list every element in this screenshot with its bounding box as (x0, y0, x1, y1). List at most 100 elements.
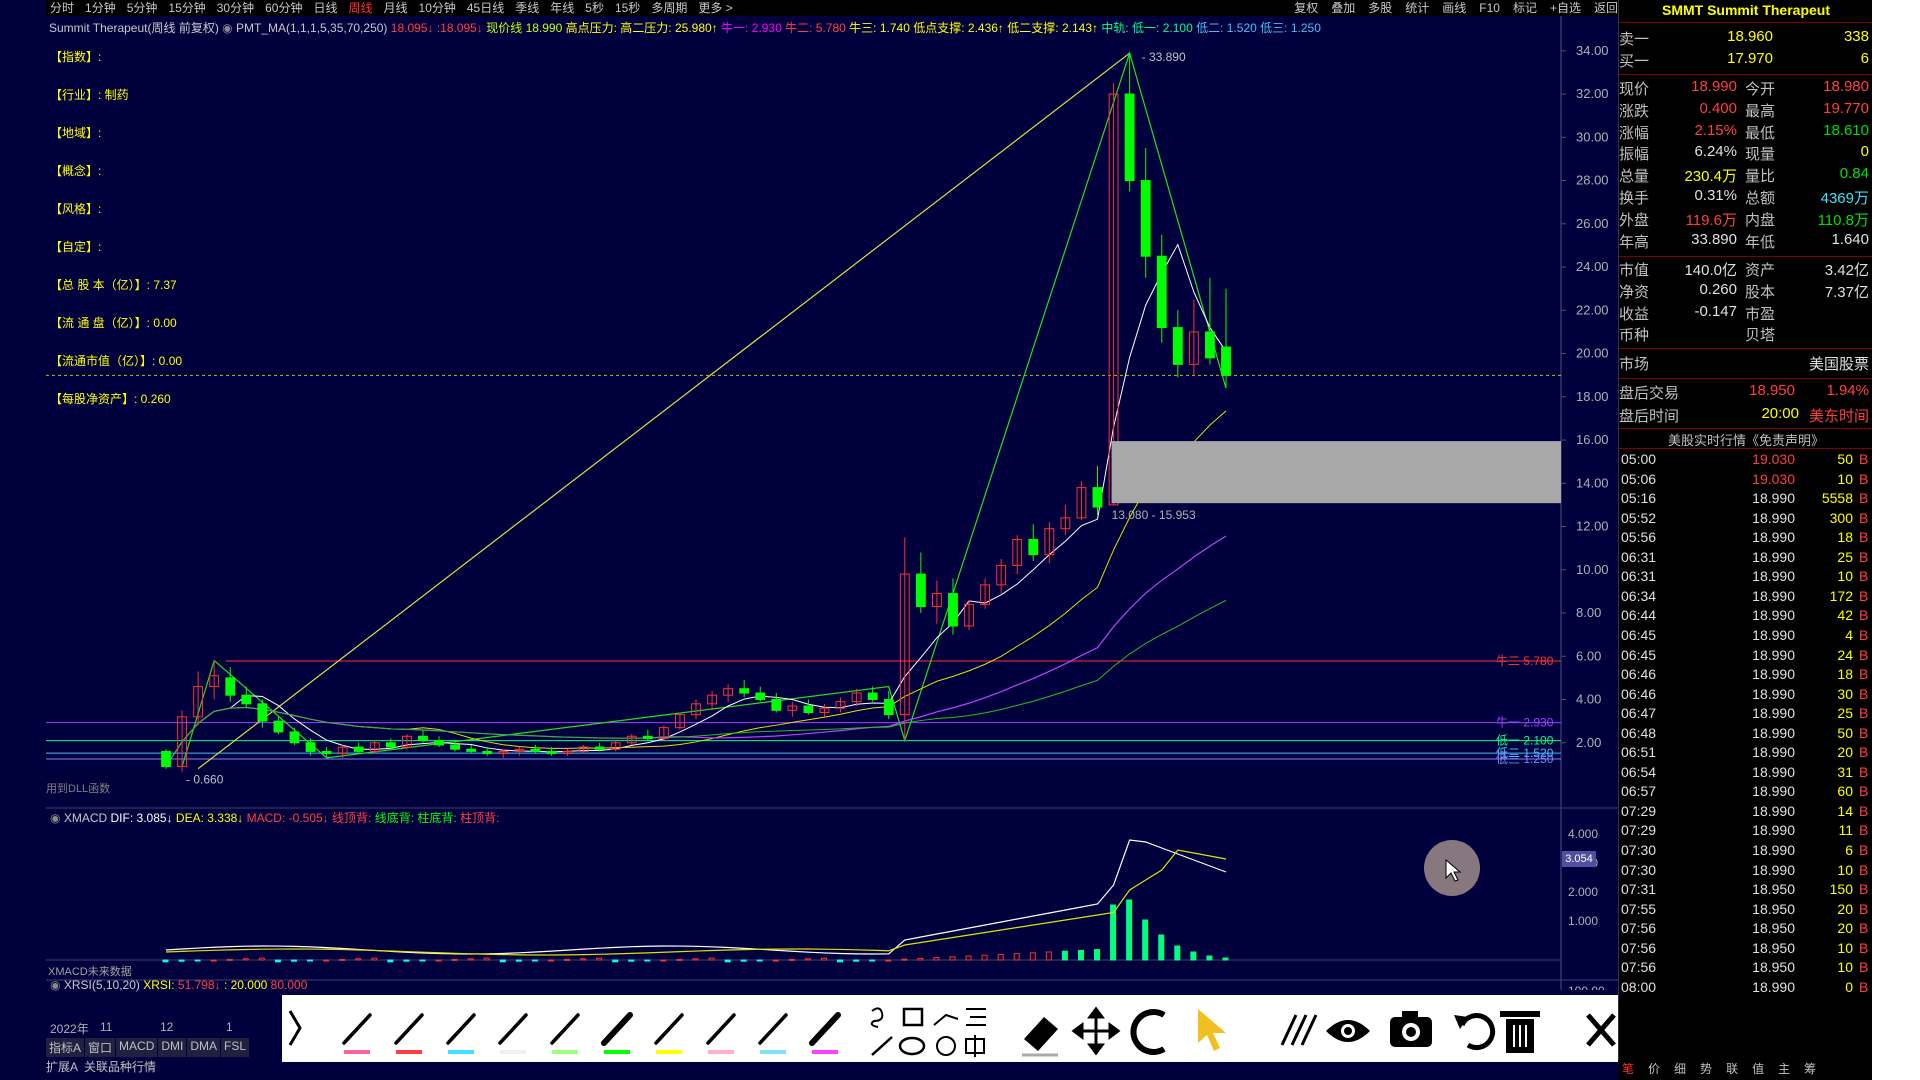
panel-tab[interactable]: 筹 (1804, 1060, 1816, 1080)
f10-value: : 0.00 (146, 316, 177, 330)
price-tick-label: 10.00 (1576, 562, 1609, 577)
undo-icon[interactable] (1454, 1013, 1496, 1050)
indicator-tab[interactable]: DMA (187, 1038, 221, 1057)
tick-price: 18.990 (1752, 822, 1795, 839)
pen-tool-icon[interactable] (601, 1012, 633, 1054)
signal-top-line: 线顶背: (332, 811, 372, 825)
candle-body (353, 746, 364, 752)
eye-icon[interactable] (1326, 1020, 1370, 1042)
pen-tool-icon[interactable] (498, 1013, 528, 1054)
menu-item[interactable]: F10 (1479, 0, 1500, 16)
menu-item[interactable]: 统计 (1405, 0, 1429, 16)
menu-item[interactable]: 多股 (1368, 0, 1392, 16)
timeframe-tab[interactable]: 更多 > (698, 0, 732, 16)
trash-icon[interactable] (1500, 1011, 1540, 1053)
macd-bar (564, 958, 571, 961)
indicator-tab[interactable]: DMI (158, 1038, 187, 1057)
panel-tab[interactable]: 细 (1674, 1060, 1686, 1080)
close-icon[interactable] (1586, 1013, 1616, 1047)
panel-tab[interactable]: 笔 (1622, 1060, 1634, 1080)
eraser-icon[interactable] (1022, 1017, 1058, 1057)
gap-zone-label: 13.080 - 15.953 (1112, 508, 1196, 522)
main-kline-chart[interactable]: 牛二 5.780牛一 2.930低一 2.100低二 1.520低三 1.250… (46, 16, 1618, 810)
macd-chart[interactable]: 4.0003.0002.0001.000XMACD未来数据100.00 (46, 810, 1618, 990)
panel-tab[interactable]: 价 (1648, 1060, 1660, 1080)
timeframe-tab[interactable]: 周线 (348, 0, 372, 16)
extension-tab[interactable]: 关联品种行情 (84, 1058, 156, 1075)
candle-body (305, 742, 316, 752)
low1-label: 低一: (1132, 21, 1160, 35)
timeframe-tab[interactable]: 15分钟 (168, 0, 205, 16)
indicator-tab[interactable]: 窗口 (85, 1038, 116, 1057)
tick-row: 08:00 18.990 0 B (1619, 979, 1873, 999)
timeframe-tab[interactable]: 日线 (313, 0, 337, 16)
pen-tool-icon[interactable] (446, 1013, 476, 1054)
pen-tool-icon[interactable] (809, 1012, 841, 1054)
xrsi-name[interactable]: XRSI(5,10,20) (64, 978, 140, 992)
pen-tool-icon[interactable] (758, 1013, 788, 1054)
shape-tools-icon[interactable] (870, 1007, 986, 1057)
parallel-lines-icon[interactable] (1280, 1014, 1318, 1046)
quote-panel: SMMT Summit Therapeut 卖一 18.960 338 买一 17.970… (1618, 0, 1873, 1080)
order-price: 17.970 (1727, 50, 1773, 67)
timeframe-tab[interactable]: 分时 (50, 0, 74, 16)
xrsi-pane-icon[interactable]: ◉ (50, 978, 60, 992)
low2-support-value: 2.143↑ (1061, 21, 1098, 35)
disclaimer-link[interactable]: 美股实时行情《免责声明》 (1619, 430, 1873, 449)
magnet-icon[interactable] (1130, 1009, 1166, 1055)
extension-tab[interactable]: 扩展A (46, 1058, 78, 1075)
macd-name[interactable]: XMACD (64, 811, 107, 825)
macd-tick-label: 1.000 (1568, 914, 1598, 928)
indicator-tab[interactable]: FSL (221, 1038, 250, 1057)
indicator-tab[interactable]: MACD (116, 1038, 158, 1057)
menu-item[interactable]: 标记 (1513, 0, 1537, 16)
pen-tool-icon[interactable] (342, 1013, 372, 1054)
macd-pane-icon[interactable]: ◉ (50, 811, 60, 825)
n2-value: 5.780 (815, 21, 846, 35)
menu-item[interactable]: +自选 (1550, 0, 1581, 16)
panel-tab[interactable]: 势 (1700, 1060, 1712, 1080)
pen-tool-icon[interactable] (654, 1013, 684, 1054)
high2-resistance-label: 高二压力: (620, 21, 672, 35)
menu-item[interactable]: 画线 (1442, 0, 1466, 16)
timeframe-tab[interactable]: 多周期 (651, 0, 687, 16)
timeframe-tab[interactable]: 45日线 (467, 0, 504, 16)
tick-price: 18.990 (1752, 978, 1795, 995)
timeframe-tab[interactable]: 季线 (515, 0, 539, 16)
timeframe-tab[interactable]: 年线 (550, 0, 574, 16)
timeframe-tab[interactable]: 月线 (384, 0, 408, 16)
menu-item[interactable]: 返回 (1594, 0, 1618, 16)
tick-price: 18.990 (1752, 666, 1795, 683)
timeframe-tab[interactable]: 5分钟 (127, 0, 158, 16)
timeframe-tab[interactable]: 5秒 (585, 0, 604, 16)
tick-price: 18.990 (1752, 607, 1795, 624)
candle-body (161, 750, 171, 768)
tick-time: 05:16 (1621, 490, 1657, 507)
macd-bar (949, 956, 956, 961)
timeframe-tab[interactable]: 1分钟 (85, 0, 116, 16)
tick-side: B (1859, 451, 1869, 467)
pen-tool-icon[interactable] (706, 1013, 736, 1054)
panel-tab[interactable]: 值 (1752, 1060, 1764, 1080)
pointer-icon[interactable] (1198, 1009, 1226, 1051)
indicator-tab[interactable]: 指标A (46, 1038, 85, 1057)
pen-tool-icon[interactable] (550, 1013, 580, 1054)
chevron-right-icon[interactable] (288, 1010, 302, 1046)
pen-tool-icon[interactable] (394, 1013, 424, 1054)
menu-item[interactable]: 复权 (1294, 0, 1318, 16)
timeframe-tab[interactable]: 10分钟 (419, 0, 456, 16)
menu-item[interactable]: 叠加 (1331, 0, 1355, 16)
macd-bar (885, 959, 892, 962)
panel-tab[interactable]: 联 (1726, 1060, 1738, 1080)
tick-price: 18.950 (1752, 920, 1795, 937)
f10-key: 【流 通 盘（亿）】 (50, 316, 147, 330)
tick-time: 07:55 (1621, 900, 1657, 917)
move-icon[interactable] (1071, 1006, 1121, 1056)
low2-value: 1.520 (1226, 21, 1257, 35)
panel-tab[interactable]: 主 (1778, 1060, 1790, 1080)
timeframe-tab[interactable]: 30分钟 (217, 0, 254, 16)
timeframe-tab[interactable]: 15秒 (615, 0, 640, 16)
camera-icon[interactable] (1390, 1011, 1432, 1047)
f10-key: 【行业】 (50, 88, 99, 102)
timeframe-tab[interactable]: 60分钟 (265, 0, 302, 16)
